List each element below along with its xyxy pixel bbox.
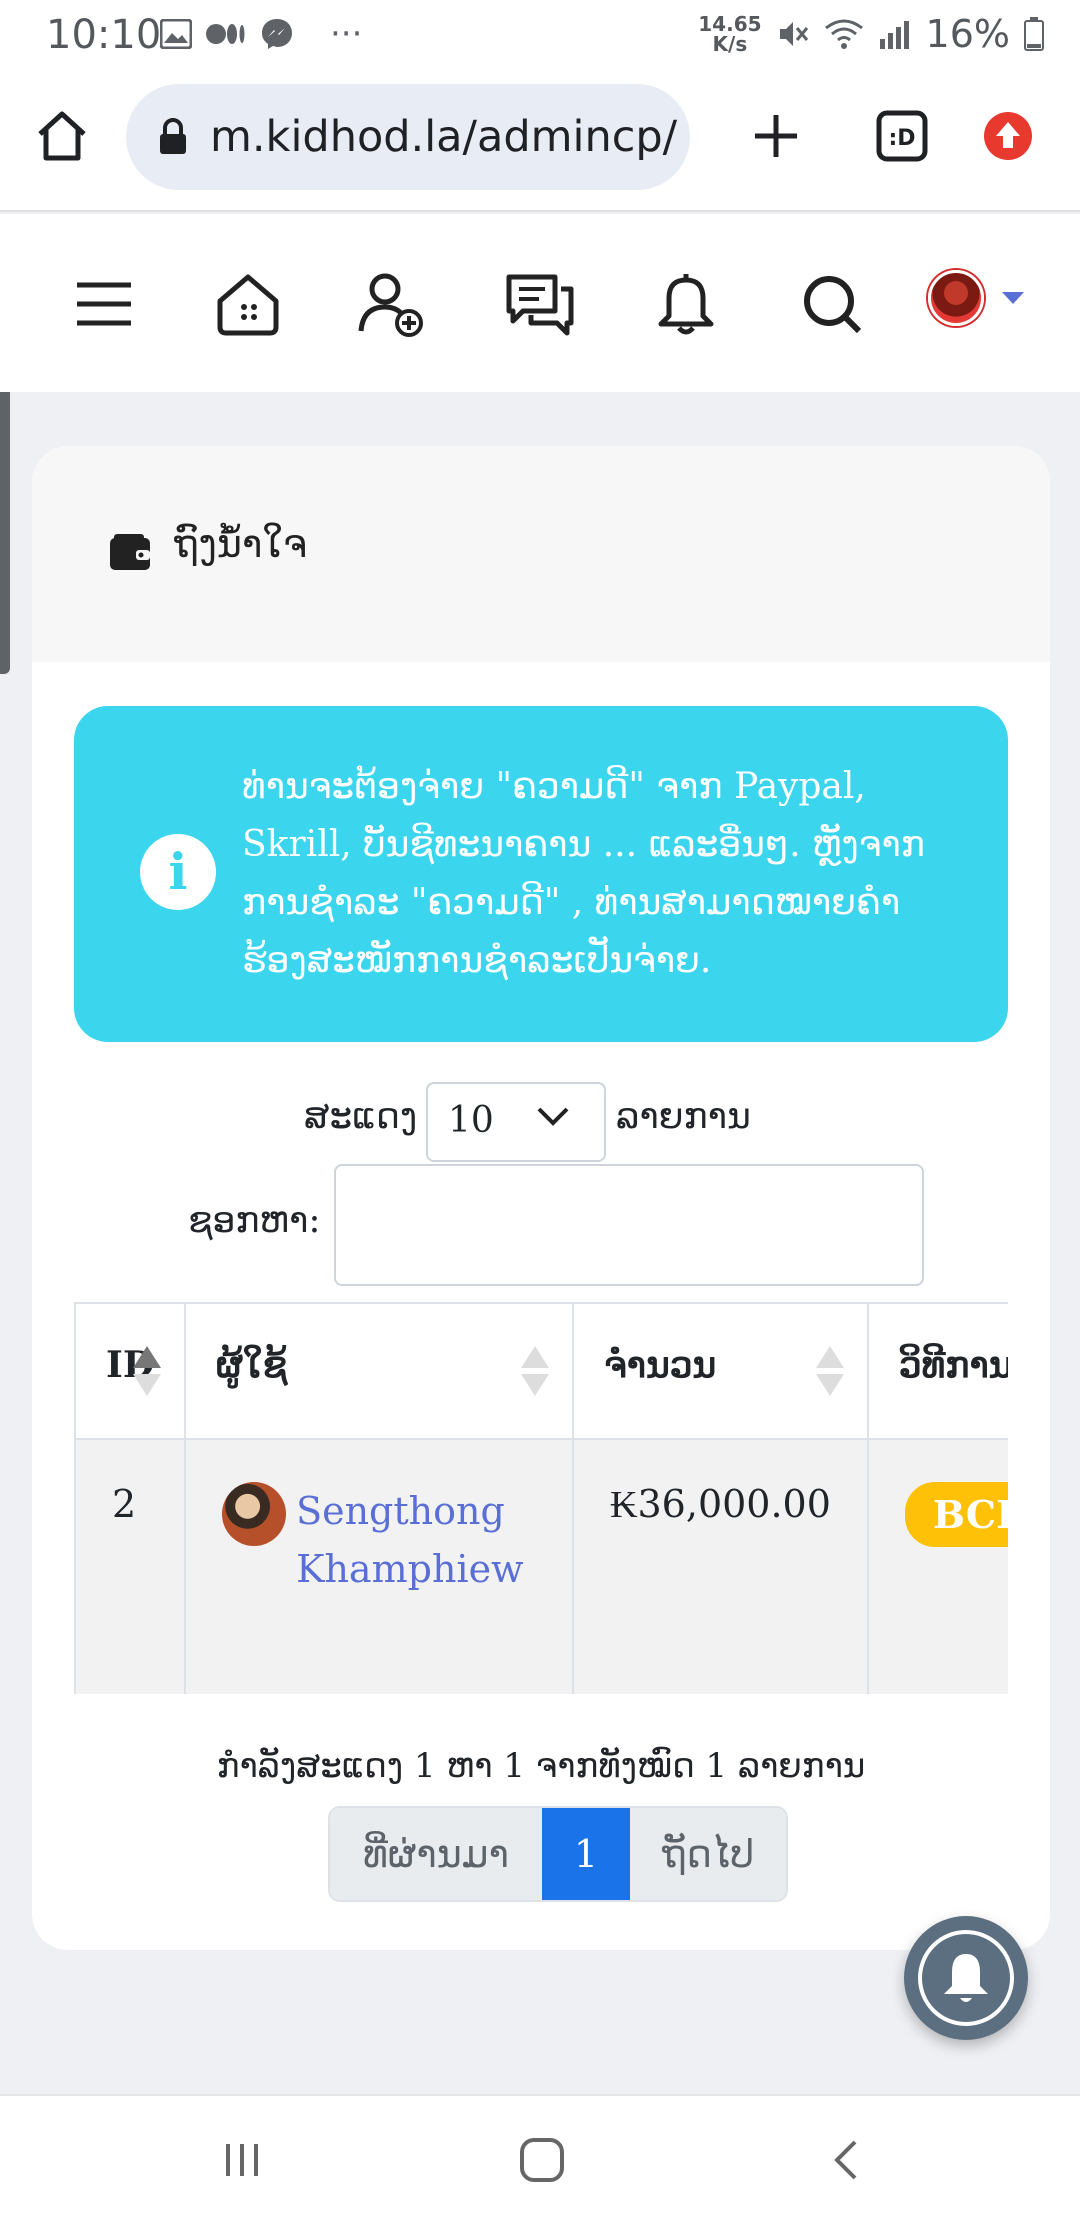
page-length-label: ສະແດງ: [304, 1096, 418, 1137]
bell-icon: [658, 274, 714, 335]
search-icon: [804, 276, 862, 334]
back-button[interactable]: [816, 2130, 876, 2190]
sort-ascending-icon: [133, 1346, 162, 1396]
image-notification-icon: [160, 19, 192, 49]
previous-page-button[interactable]: ທີ່ຜ່ານມາ: [330, 1808, 542, 1900]
push-notification-button[interactable]: [904, 1916, 1028, 2040]
tabs-icon: :D: [876, 110, 928, 162]
lock-icon: [160, 118, 186, 154]
user-link[interactable]: Sengthong Khamphiew: [296, 1482, 536, 1598]
home-square-icon: [520, 2138, 564, 2182]
messages-button[interactable]: [504, 268, 576, 340]
column-header-id[interactable]: ID: [74, 1302, 187, 1440]
table-header-row: ID ຜູ້ໃຊ້ ຈຳນວນ ວິທີການ: [74, 1302, 1008, 1440]
withdrawals-table: ID ຜູ້ໃຊ້ ຈຳນວນ ວິທີການ 2 Sengthong Kham…: [74, 1302, 1008, 1694]
add-friend-button[interactable]: [356, 268, 428, 340]
signal-icon: [879, 21, 909, 49]
add-user-icon: [358, 273, 423, 337]
user-avatar[interactable]: [928, 270, 984, 326]
page-title: ຖົງນ້ຳໃຈ: [174, 522, 308, 566]
info-alert: i ທ່ານຈະຕ້ອງຈ່າຍ "ຄວາມດີ" ຈາກ Paypal, Sk…: [74, 706, 1008, 1042]
pagination: ທີ່ຜ່ານມາ 1 ຖັດໄປ: [328, 1806, 788, 1902]
main-card: ຖົງນ້ຳໃຈ i ທ່ານຈະຕ້ອງຈ່າຍ "ຄວາມດີ" ຈາກ P…: [32, 446, 1050, 1950]
nav-home-button[interactable]: [212, 268, 284, 340]
home-feed-icon: [217, 274, 279, 336]
recents-icon: [226, 2144, 258, 2176]
page-length-value: 10: [448, 1100, 494, 1141]
system-home-button[interactable]: [512, 2130, 572, 2190]
wallet-icon: [110, 534, 150, 570]
browser-toolbar: m.kidhod.la/admincp/ :D: [0, 70, 1080, 212]
table-info: ກຳລັງສະແດງ 1 ຫາ 1 ຈາກທັງໝົດ 1 ລາຍການ: [216, 1746, 866, 1786]
address-bar[interactable]: m.kidhod.la/admincp/: [126, 84, 690, 190]
search-input[interactable]: [334, 1164, 924, 1286]
method-badge: BCEL One: [904, 1482, 1008, 1547]
column-header-amount[interactable]: ຈຳນວນ: [572, 1302, 869, 1440]
network-speed: 14.65 K/s: [698, 12, 762, 56]
battery-percent: 16%: [925, 12, 1010, 56]
card-header: ຖົງນ້ຳໃຈ: [32, 446, 1050, 662]
home-button[interactable]: [30, 104, 94, 168]
column-header-method[interactable]: ວິທີການ: [866, 1302, 1008, 1440]
mute-icon: [779, 22, 808, 46]
more-notifications-icon: ···: [330, 14, 363, 54]
page-length-control: ສະແດງ 10 ລາຍການ: [32, 1082, 1050, 1164]
plus-icon: [755, 115, 797, 157]
page-length-suffix: ລາຍການ: [616, 1096, 751, 1137]
search-button[interactable]: [796, 268, 868, 340]
system-navigation-bar: [0, 2094, 1080, 2220]
tab-switcher-button[interactable]: :D: [870, 104, 934, 168]
user-avatar-small: [222, 1482, 287, 1546]
back-icon: [834, 2140, 857, 2180]
svg-text::D: :D: [888, 126, 915, 151]
url-text: m.kidhod.la/admincp/: [210, 112, 678, 162]
home-icon: [38, 111, 86, 161]
status-bar: 10:10 ··· 14.65 K/s 16%: [0, 0, 1080, 70]
page-length-select[interactable]: 10: [426, 1082, 606, 1162]
sort-icon: [815, 1346, 844, 1396]
update-arrow-icon: [984, 112, 1032, 160]
info-icon: i: [140, 834, 216, 910]
app-navbar: [0, 214, 1080, 392]
sort-icon: [521, 1346, 550, 1396]
chevron-down-icon[interactable]: [1002, 292, 1024, 304]
cell-user: Sengthong Khamphiew: [184, 1438, 575, 1694]
recents-button[interactable]: [212, 2130, 272, 2190]
status-time: 10:10: [46, 12, 162, 58]
search-label: ຊອກຫາ:: [188, 1200, 321, 1241]
bell-icon: [944, 1954, 988, 2002]
update-button[interactable]: [976, 104, 1040, 168]
cell-method: BCEL One: [866, 1438, 1008, 1694]
alert-text: ທ່ານຈະຕ້ອງຈ່າຍ "ຄວາມດີ" ຈາກ Paypal, Skri…: [242, 766, 925, 981]
notifications-button[interactable]: [650, 268, 722, 340]
battery-icon: [1024, 17, 1044, 51]
page-button-current[interactable]: 1: [542, 1808, 630, 1900]
menu-button[interactable]: [68, 268, 140, 340]
medium-notification-icon: [206, 24, 245, 44]
messenger-notification-icon: [262, 19, 292, 49]
new-tab-button[interactable]: [744, 104, 808, 168]
chat-icon: [506, 274, 574, 336]
chevron-down-icon: [537, 1107, 569, 1126]
next-page-button[interactable]: ຖັດໄປ: [630, 1808, 786, 1900]
table-row: 2 Sengthong Khamphiew ₭36,000.00 BCEL On…: [74, 1438, 1008, 1694]
column-header-user[interactable]: ຜູ້ໃຊ້: [184, 1302, 575, 1440]
cell-amount: ₭36,000.00: [572, 1438, 869, 1694]
cell-id: 2: [74, 1438, 187, 1694]
wifi-icon: [824, 19, 863, 49]
hamburger-icon: [77, 282, 131, 326]
